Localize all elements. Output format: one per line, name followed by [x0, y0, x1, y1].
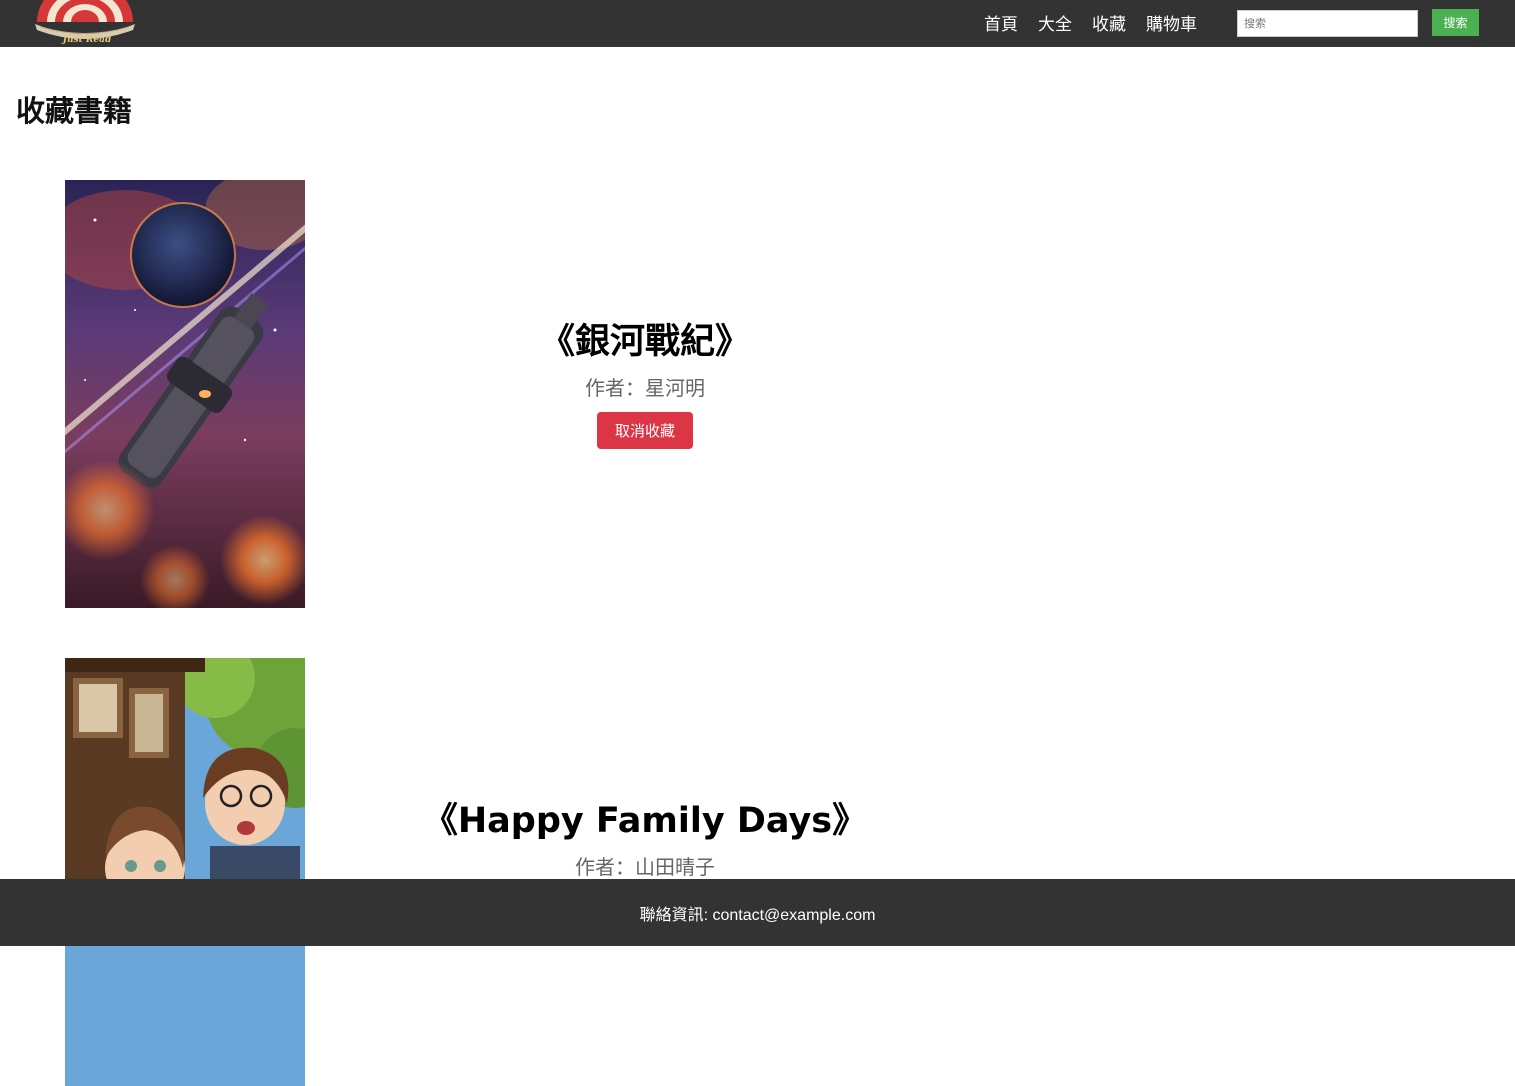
- search-button[interactable]: 搜索: [1432, 9, 1479, 36]
- page-title: 收藏書籍: [16, 94, 133, 128]
- search-input[interactable]: [1237, 10, 1418, 37]
- book-author: 作者：山田晴子: [575, 855, 715, 879]
- book-cover-image[interactable]: [65, 658, 305, 1086]
- nav-link-home[interactable]: 首頁: [984, 10, 1018, 35]
- footer: 聯絡資訊: contact@example.com: [0, 879, 1515, 946]
- book-info: 《銀河戰紀》 作者：星河明 取消收藏: [345, 318, 945, 449]
- book-author: 作者：星河明: [585, 376, 705, 400]
- book-cover-image[interactable]: [65, 180, 305, 608]
- nav-link-all-books[interactable]: 大全: [1038, 10, 1072, 35]
- family-cover-illustration: [65, 658, 305, 1086]
- logo-text: Just Read: [61, 35, 112, 45]
- book-info: 《Happy Family Days》 作者：山田晴子: [345, 797, 945, 881]
- book-title[interactable]: 《銀河戰紀》: [345, 318, 945, 366]
- footer-contact-info: 聯絡資訊: contact@example.com: [639, 906, 876, 924]
- nav-link-favorites[interactable]: 收藏: [1092, 10, 1126, 35]
- just-read-logo[interactable]: Just Read: [33, 0, 137, 46]
- nav-links: 首頁 大全 收藏 購物車: [984, 0, 1197, 44]
- unfavorite-button[interactable]: 取消收藏: [597, 412, 693, 449]
- book-title[interactable]: 《Happy Family Days》: [345, 797, 945, 845]
- nav-link-cart[interactable]: 購物車: [1146, 10, 1197, 35]
- navbar: Just Read 首頁 大全 收藏 購物車 搜索: [0, 0, 1515, 47]
- spaceship-cover-illustration: [65, 180, 305, 608]
